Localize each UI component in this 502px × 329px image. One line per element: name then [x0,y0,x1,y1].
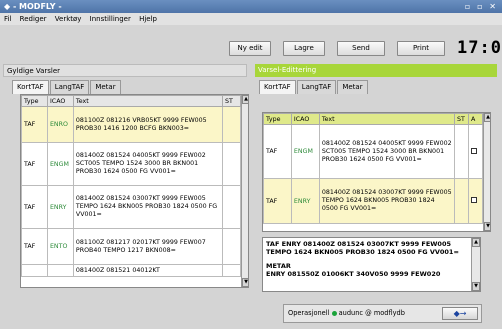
table-row[interactable]: 081400Z 081521 04012KT [21,264,241,277]
row-st [222,142,241,186]
row-a [467,124,484,179]
status-host: modflydb [373,309,405,317]
menu-innstillinger[interactable]: Innstillinger [90,15,131,23]
col-st[interactable]: ST [454,113,469,125]
left-table: Type ICAO Text ST TAF ENRO 081100Z 08121… [20,94,249,288]
right-table: Type ICAO Text ST A TAF ENGM 081400Z 081… [262,112,491,232]
print-button[interactable]: Print [397,41,445,56]
menu-rediger[interactable]: Rediger [20,15,47,23]
status-mode: Operasjonell [288,309,330,317]
window-title: ◆ - MODFLY - [4,2,62,11]
left-panel-title: Gyldige Varsler [3,64,247,77]
detail-scrollbar[interactable]: ▲ ▼ [471,238,480,291]
scroll-down-icon[interactable]: ▼ [472,282,480,291]
row-a [467,178,484,224]
menu-bar: Fil Rediger Verktøy Innstillinger Hjelp [0,13,502,25]
row-text: 081100Z 081216 VRB05KT 9999 FEW005 PROB3… [72,106,224,143]
title-bar: ◆ - MODFLY - ▫ ▫ ✕ [0,0,502,13]
row-type: TAF [263,178,292,224]
row-icao: ENRO [46,106,74,143]
row-type: TAF [263,124,292,179]
status-user: audunc [338,309,363,317]
detail-metar-label: METAR [266,262,291,270]
detail-metar: ENRY 081550Z 01006KT 340V050 9999 FEW020 [266,270,441,278]
right-panel-title: Varsel-Edittering [255,64,497,77]
status-at: @ [365,309,372,317]
detail-taf: TAF ENRY 081400Z 081524 03007KT 9999 FEW… [266,240,459,256]
row-icao: ENGM [46,142,74,186]
send-button[interactable]: Send [337,41,385,56]
tab-langtaf-left[interactable]: LangTAF [49,80,90,94]
table-row[interactable]: TAF ENRY 081400Z 081524 03007KT 9999 FEW… [21,185,241,229]
row-st [454,178,469,224]
scroll-up-icon[interactable]: ▲ [484,113,490,122]
table-row[interactable]: TAF ENRY 081400Z 081524 03007KT 9999 FEW… [263,178,484,224]
col-st[interactable]: ST [222,95,241,107]
row-text: 081400Z 081524 04005KT 9999 FEW002 SCT00… [72,142,224,186]
online-status-icon [331,310,337,316]
row-st [222,264,241,277]
row-type: TAF [21,106,48,143]
save-button[interactable]: Lagre [283,41,325,56]
row-icao: ENTO [46,228,74,265]
clock-display: 17:00 [457,38,502,58]
row-type: TAF [21,142,48,186]
table-row[interactable]: TAF ENGM 081400Z 081524 04005KT 9999 FEW… [21,142,241,186]
row-type: TAF [21,185,48,229]
right-tabs: KortTAF LangTAF Metar [259,80,369,94]
scroll-down-icon[interactable]: ▼ [484,222,490,231]
right-table-scrollbar[interactable]: ▲ ▼ [483,113,490,231]
row-icao: ENRY [290,178,320,224]
tab-korttaf-right[interactable]: KortTAF [259,80,296,94]
status-bar: Operasjonell audunc @ modflydb ◆→ [283,304,482,323]
table-row[interactable]: TAF ENRO 081100Z 081216 VRB05KT 9999 FEW… [21,106,241,143]
row-icao: ENRY [46,185,74,229]
col-type[interactable]: Type [263,113,292,125]
menu-verktoy[interactable]: Verktøy [55,15,82,23]
tab-metar-left[interactable]: Metar [90,80,121,94]
menu-hjelp[interactable]: Hjelp [139,15,157,23]
tab-langtaf-right[interactable]: LangTAF [296,80,337,94]
row-text: 081400Z 081524 03007KT 9999 FEW005 TEMPO… [72,185,224,229]
scroll-up-icon[interactable]: ▲ [472,238,480,247]
table-row[interactable]: TAF ENGM 081400Z 081524 04005KT 9999 FEW… [263,124,484,179]
col-text[interactable]: Text [72,95,224,107]
col-type[interactable]: Type [21,95,48,107]
row-icao [46,264,74,277]
row-text: 081100Z 081217 02017KT 9999 FEW007 PROB4… [72,228,224,265]
row-type: TAF [21,228,48,265]
row-checkbox[interactable] [470,197,477,203]
row-st [222,106,241,143]
tab-metar-right[interactable]: Metar [337,80,368,94]
tab-korttaf-left[interactable]: KortTAF [12,80,49,94]
col-icao[interactable]: ICAO [290,113,320,125]
col-icao[interactable]: ICAO [46,95,74,107]
row-text: 081400Z 081524 04005KT 9999 FEW002 SCT00… [318,124,456,179]
row-type [21,264,48,277]
detail-text-area[interactable]: TAF ENRY 081400Z 081524 03007KT 9999 FEW… [262,237,481,292]
menu-fil[interactable]: Fil [4,15,11,23]
window-controls[interactable]: ▫ ▫ ✕ [465,0,498,13]
scroll-up-icon[interactable]: ▲ [242,95,248,104]
connect-arrow-button[interactable]: ◆→ [442,307,478,320]
row-st [222,185,241,229]
row-st [454,124,469,179]
row-icao: ENGM [290,124,320,179]
row-st [222,228,241,265]
row-checkbox[interactable] [470,147,477,154]
left-table-scrollbar[interactable]: ▲ ▼ [241,95,248,287]
new-edit-button[interactable]: Ny edit [229,41,271,56]
col-text[interactable]: Text [318,113,456,125]
row-text[interactable]: 081400Z 081524 03007KT 9999 FEW005 TEMPO… [318,178,456,224]
row-text: 081400Z 081521 04012KT [72,264,224,277]
left-tabs: KortTAF LangTAF Metar [12,80,122,94]
col-a[interactable]: A [467,113,484,125]
scroll-down-icon[interactable]: ▼ [242,278,248,287]
table-row[interactable]: TAF ENTO 081100Z 081217 02017KT 9999 FEW… [21,228,241,265]
